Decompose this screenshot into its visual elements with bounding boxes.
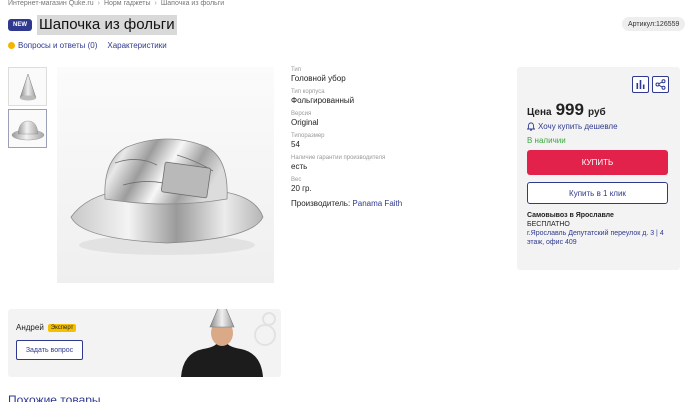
expert-tag: Эксперт (47, 323, 77, 332)
pickup-title: Самовывоз в Ярославле (527, 212, 614, 219)
foil-hat-image (11, 120, 44, 140)
producer-link[interactable]: Panama Faith (352, 199, 402, 208)
spec-value: 54 (291, 140, 300, 149)
spec-label: Тип корпуса (291, 89, 325, 95)
cheaper-link-label: Хочу купить дешевле (538, 122, 618, 131)
spec-label: Наличие гарантии производителя (291, 155, 386, 161)
pickup-info: Самовывоз в Ярославле БЕСПЛАТНО г.Яросла… (527, 211, 672, 247)
chat-icon (8, 42, 15, 49)
spec-type: Тип Головной убор (291, 67, 491, 84)
buy-button[interactable]: КУПИТЬ (527, 150, 668, 175)
article-number: Артикул:126559 (622, 17, 686, 31)
tab-specs[interactable]: Характеристики (107, 41, 166, 50)
pickup-price: БЕСПЛАТНО (527, 221, 570, 228)
spec-warranty: Наличие гарантии производителя есть (291, 155, 491, 172)
breadcrumb-item-current: Шапочка из фольги (160, 0, 225, 7)
product-photo[interactable] (57, 67, 274, 283)
thumbnail-cone-hat[interactable] (8, 67, 47, 106)
expert-info: Андрей Эксперт (16, 323, 77, 332)
stock-status: В наличии (527, 136, 566, 145)
cheaper-link[interactable]: Хочу купить дешевле (527, 122, 618, 131)
expert-photo (181, 309, 276, 377)
price: Цена 999 руб (527, 100, 606, 120)
breadcrumb: Интернет-магазин Quke.ru › Норм гаджеты … (8, 0, 224, 7)
spec-value: есть (291, 162, 308, 171)
tab-questions[interactable]: Вопросы и ответы (0) (8, 41, 97, 50)
expert-name: Андрей (16, 323, 44, 332)
compare-icon (636, 80, 645, 89)
spec-label: Тип (291, 67, 302, 73)
share-icon (655, 79, 666, 90)
breadcrumb-separator: › (97, 0, 100, 7)
price-value: 999 (555, 100, 584, 119)
foil-bucket-hat-image (70, 138, 264, 255)
expert-block: Андрей Эксперт Задать вопрос (8, 309, 281, 377)
tab-questions-label: Вопросы и ответы (0) (18, 41, 98, 50)
one-click-buy-button[interactable]: Купить в 1 клик (527, 182, 668, 204)
compare-button[interactable] (632, 76, 649, 93)
foil-cone-image (19, 72, 36, 100)
thumbnail-bucket-hat[interactable] (8, 109, 47, 148)
page-title: Шапочка из фольги (37, 15, 177, 35)
spec-value: Головной убор (291, 74, 346, 83)
price-label: Цена (527, 107, 552, 118)
producer-label: Производитель: (291, 199, 351, 208)
spec-label: Версия (291, 111, 312, 117)
spec-version: Версия Original (291, 111, 491, 128)
buy-box: Цена 999 руб Хочу купить дешевле В налич… (517, 67, 680, 270)
breadcrumb-item-gadgets[interactable]: Норм гаджеты (104, 0, 151, 7)
spec-body-type: Тип корпуса Фольгированный (291, 89, 491, 106)
similar-products-heading: Похожие товары (8, 393, 101, 402)
spec-value: 20 гр. (291, 184, 312, 193)
spec-weight: Вес 20 гр. (291, 177, 491, 194)
specifications: Тип Головной убор Тип корпуса Фольгирова… (291, 67, 491, 208)
spec-label: Типоразмер (291, 133, 325, 139)
breadcrumb-item-shop[interactable]: Интернет-магазин Quke.ru (8, 0, 94, 7)
price-currency: руб (587, 107, 606, 118)
producer: Производитель: Panama Faith (291, 199, 491, 208)
breadcrumb-separator: › (154, 0, 157, 7)
bell-icon (527, 122, 535, 131)
spec-label: Вес (291, 177, 302, 183)
ask-question-button[interactable]: Задать вопрос (16, 340, 83, 360)
new-badge: NEW (8, 19, 32, 31)
pickup-address[interactable]: г.Ярославль Депутатский переулок д. 3 | … (527, 229, 672, 247)
product-tabs: Вопросы и ответы (0) Характеристики (8, 41, 167, 50)
spec-value: Original (291, 118, 319, 127)
spec-value: Фольгированный (291, 96, 355, 105)
spec-size: Типоразмер 54 (291, 133, 491, 150)
share-button[interactable] (652, 76, 669, 93)
